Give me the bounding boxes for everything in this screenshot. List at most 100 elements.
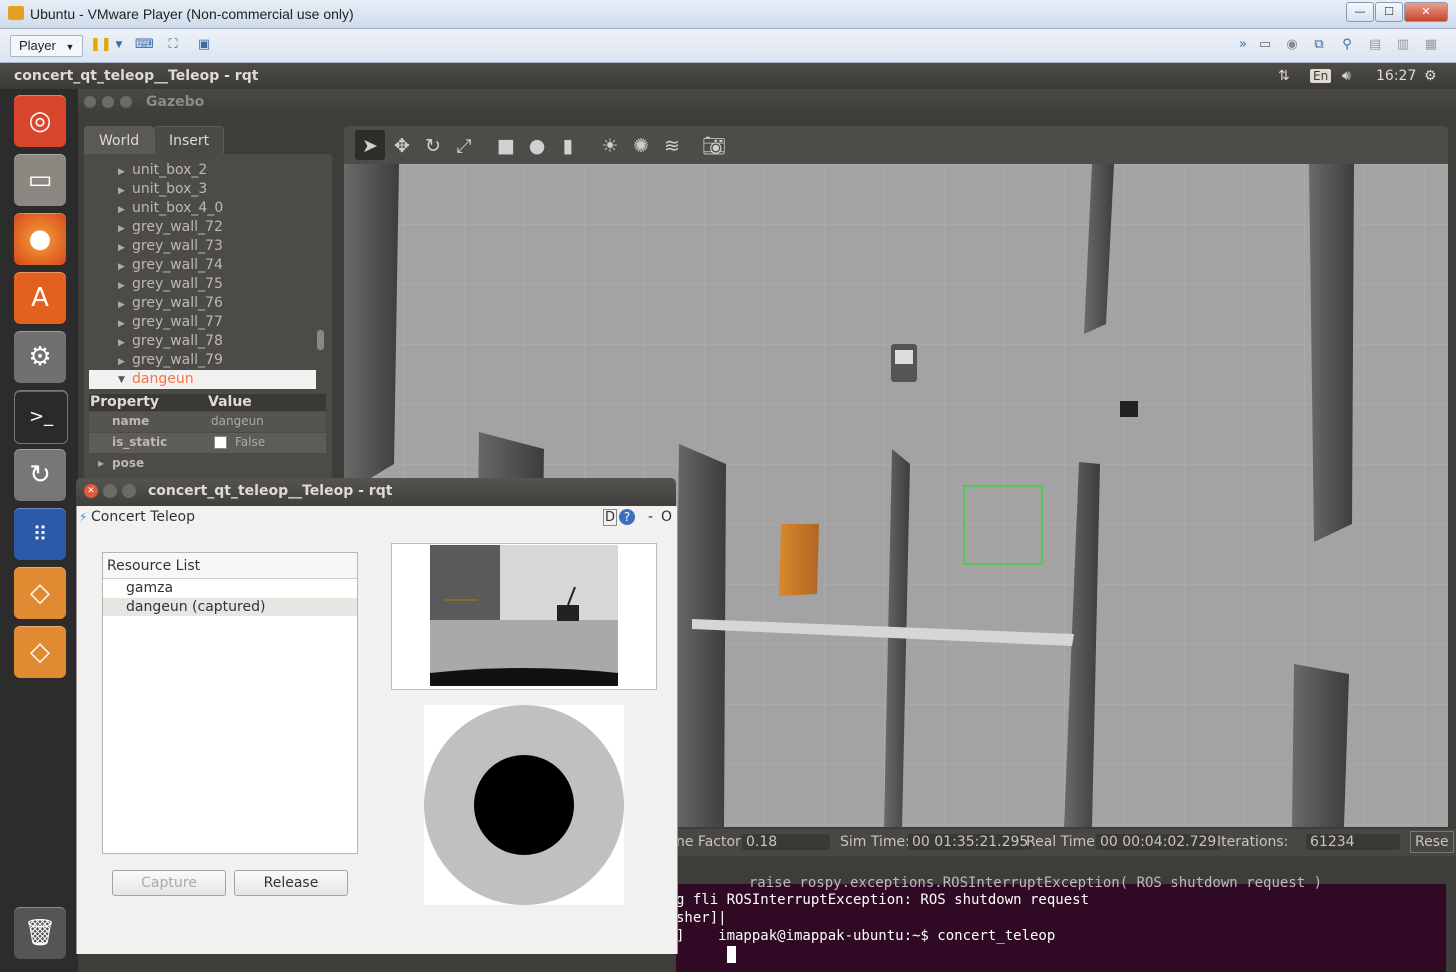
system-settings-icon[interactable]: ⚙	[14, 331, 66, 383]
trash-icon[interactable]: 🗑︎	[14, 907, 66, 959]
active-window-title: concert_qt_teleop__Teleop - rqt	[14, 68, 259, 84]
plugin-minimize-button[interactable]: -	[648, 509, 653, 525]
tree-item[interactable]: grey_wall_75	[132, 276, 223, 292]
rqt-app-icon[interactable]: ◇	[14, 626, 66, 678]
devices-arrow-icon[interactable]: »	[1234, 37, 1252, 53]
unity-launcher: ◎ ▭ ● A ⚙ >_ ↻ ⠿ ◇ ◇ 🗑︎	[0, 89, 79, 972]
firefox-icon[interactable]: ●	[14, 213, 66, 265]
terminal-icon[interactable]: >_	[14, 390, 68, 444]
point-light-icon[interactable]: ☀	[598, 134, 622, 158]
expand-arrow-icon[interactable]: ▶	[118, 319, 125, 329]
expand-arrow-icon[interactable]: ▶	[118, 300, 125, 310]
tree-scrollbar[interactable]	[317, 330, 324, 350]
camera-screenshot-icon[interactable]: 📷︎	[702, 134, 726, 158]
display-icon[interactable]: ▦	[1422, 37, 1440, 53]
tree-item[interactable]: unit_box_4_0	[132, 200, 223, 216]
spot-light-icon[interactable]: ✺	[629, 134, 653, 158]
value-header: Value	[208, 394, 252, 410]
expand-arrow-icon[interactable]: ▶	[118, 338, 125, 348]
help-d-button[interactable]: D	[603, 509, 618, 526]
network-icon[interactable]: ⧉	[1310, 37, 1328, 53]
printer-icon[interactable]: ▥	[1394, 37, 1412, 53]
keyboard-layout-indicator[interactable]: En	[1310, 69, 1332, 83]
tree-item[interactable]: grey_wall_79	[132, 352, 223, 368]
directional-light-icon[interactable]: ≋	[660, 134, 684, 158]
minimize-icon[interactable]	[102, 96, 114, 108]
sound-device-icon[interactable]: ▤	[1366, 37, 1384, 53]
expand-arrow-icon[interactable]: ▶	[118, 205, 125, 215]
expand-arrow-icon[interactable]: ▶	[118, 224, 125, 234]
chevron-down-icon[interactable]: ▼	[110, 37, 128, 53]
plugin-options-button[interactable]: O	[661, 509, 672, 525]
gazebo-app-icon[interactable]: ◇	[14, 567, 66, 619]
clock[interactable]: 16:27	[1376, 68, 1416, 84]
fullscreen-icon[interactable]: ⛶	[164, 37, 182, 53]
property-name-label: name	[112, 414, 150, 428]
unity-icon[interactable]: ▣	[195, 37, 213, 53]
expand-arrow-icon[interactable]: ▶	[118, 262, 125, 272]
cd-icon[interactable]: ◉	[1283, 37, 1301, 53]
files-icon[interactable]: ▭	[14, 154, 66, 206]
software-updater-icon[interactable]: ↻	[14, 449, 66, 501]
settings-gear-icon[interactable]: ⚙	[1424, 68, 1437, 84]
player-label: Player	[19, 38, 56, 53]
wall-left	[344, 164, 399, 494]
joystick-handle[interactable]	[474, 755, 574, 855]
terminal-line: sher]|	[676, 910, 727, 926]
reset-button[interactable]: Rese	[1410, 831, 1454, 853]
tree-item[interactable]: grey_wall_72	[132, 219, 223, 235]
resource-list[interactable]: Resource List gamza dangeun (captured)	[102, 552, 358, 854]
pose-label[interactable]: pose	[112, 456, 144, 470]
maximize-button[interactable]: ☐	[1375, 2, 1403, 22]
maximize-icon[interactable]	[122, 484, 136, 498]
list-item[interactable]: gamza	[126, 580, 173, 596]
capture-button[interactable]: Capture	[112, 870, 226, 896]
release-button[interactable]: Release	[234, 870, 348, 896]
expand-arrow-icon[interactable]: ▶	[118, 357, 125, 367]
minimize-icon[interactable]	[103, 484, 117, 498]
expand-arrow-icon[interactable]: ▶	[98, 459, 104, 468]
sphere-shape-icon[interactable]: ●	[525, 134, 549, 158]
tab-world[interactable]: World	[84, 126, 155, 155]
property-name-value[interactable]: dangeun	[211, 414, 264, 428]
tab-insert[interactable]: Insert	[154, 126, 225, 155]
expand-arrow-icon[interactable]: ▶	[118, 243, 125, 253]
cylinder-shape-icon[interactable]: ▮	[556, 134, 580, 158]
software-center-icon[interactable]: A	[14, 272, 66, 324]
usb-icon[interactable]: ⚲	[1338, 37, 1356, 53]
ubuntu-dash-icon[interactable]: ◎	[14, 95, 66, 147]
rotate-icon[interactable]: ↻	[421, 134, 445, 158]
expand-arrow-icon[interactable]: ▶	[118, 167, 125, 177]
pause-icon[interactable]: ❚❚	[90, 37, 112, 53]
scale-icon[interactable]: ⤢	[452, 134, 476, 158]
close-icon[interactable]: ✕	[84, 484, 98, 498]
translate-icon[interactable]: ✥	[390, 134, 414, 158]
is-static-checkbox[interactable]	[214, 436, 227, 449]
workspaces-icon[interactable]: ⠿	[14, 508, 66, 560]
tree-item[interactable]: grey_wall_78	[132, 333, 223, 349]
network-transfer-icon[interactable]: ⇅	[1278, 68, 1290, 84]
expand-arrow-icon[interactable]: ▶	[118, 186, 125, 196]
maximize-icon[interactable]	[120, 96, 132, 108]
terminal-line: raise rospy.exceptions.ROSInterruptExcep…	[732, 875, 1323, 891]
tree-item[interactable]: grey_wall_76	[132, 295, 223, 311]
hard-disk-icon[interactable]: ▭	[1256, 37, 1274, 53]
help-icon[interactable]: ?	[619, 509, 635, 525]
tree-item[interactable]: grey_wall_77	[132, 314, 223, 330]
tree-item[interactable]: unit_box_2	[132, 162, 207, 178]
minimize-button[interactable]: —	[1346, 2, 1374, 22]
close-button[interactable]: ✕	[1404, 2, 1448, 22]
factor-value: 0.18	[742, 834, 830, 850]
box-shape-icon[interactable]: ■	[494, 134, 518, 158]
tree-item[interactable]: unit_box_3	[132, 181, 207, 197]
tree-item[interactable]: grey_wall_73	[132, 238, 223, 254]
collapse-arrow-icon[interactable]: ▼	[118, 375, 125, 385]
list-item[interactable]: dangeun (captured)	[126, 599, 265, 615]
close-icon[interactable]	[84, 96, 96, 108]
send-keys-icon[interactable]: ⌨	[135, 37, 154, 53]
expand-arrow-icon[interactable]: ▶	[118, 281, 125, 291]
terminal-window[interactable]: raise rospy.exceptions.ROSInterruptExcep…	[676, 875, 1446, 972]
volume-icon[interactable]: 🔊︎	[1342, 68, 1351, 84]
player-menu-button[interactable]: Player ▼	[10, 35, 84, 57]
tree-item[interactable]: grey_wall_74	[132, 257, 223, 273]
